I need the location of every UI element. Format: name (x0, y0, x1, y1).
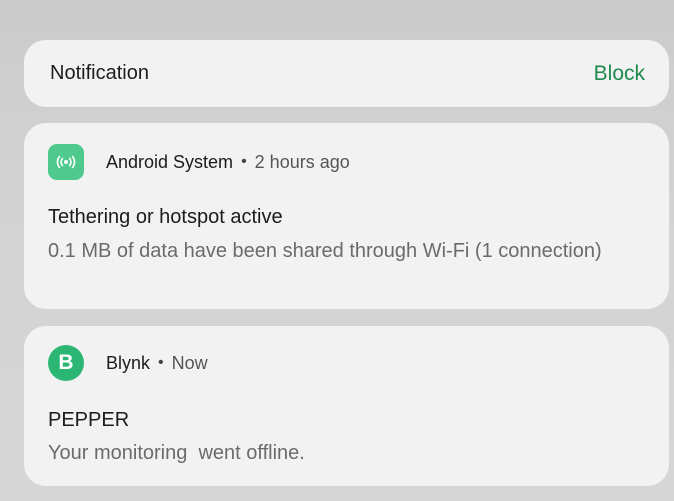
notification-header-card: Notification Block (24, 40, 669, 107)
separator-dot: • (158, 354, 164, 371)
notification-title: PEPPER (48, 409, 130, 431)
blynk-b-icon: B (48, 345, 84, 381)
hotspot-icon (48, 144, 84, 180)
notification-app-row: Android System • 2 hours ago (48, 144, 350, 180)
notification-body: Your monitoring went offline. (48, 442, 305, 464)
notification-app-row: B Blynk • Now (48, 345, 208, 381)
app-name: Android System (106, 151, 234, 172)
notification-title: Tethering or hotspot active (48, 206, 283, 228)
blynk-icon-letter: B (58, 351, 74, 374)
notification-time: 2 hours ago (254, 151, 350, 172)
block-button[interactable]: Block (594, 62, 645, 86)
header-title: Notification (50, 62, 149, 84)
notification-time: Now (171, 352, 208, 373)
notification-body: 0.1 MB of data have been shared through … (48, 240, 602, 262)
separator-dot: • (241, 153, 247, 170)
app-name: Blynk (106, 352, 151, 373)
notification-card-android-system[interactable]: Android System • 2 hours ago Tethering o… (24, 123, 669, 309)
notification-card-blynk[interactable]: B Blynk • Now PEPPER Your monitoring wen… (24, 326, 669, 486)
